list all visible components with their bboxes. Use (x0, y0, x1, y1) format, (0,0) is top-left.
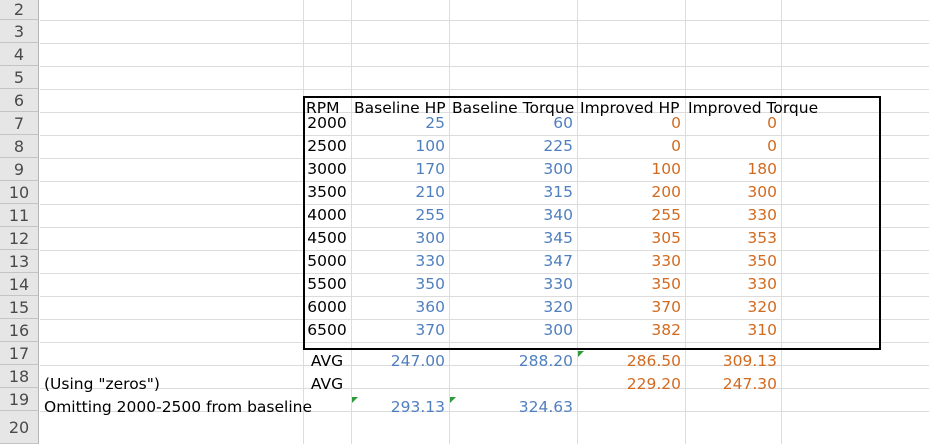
baseline-hp-cell[interactable]: 25 (351, 112, 449, 134)
improved-hp-cell[interactable]: 305 (577, 227, 685, 249)
baseline-hp-cell[interactable]: 330 (351, 250, 449, 272)
row-header[interactable]: 13 (0, 250, 39, 273)
row-header[interactable]: 14 (0, 273, 39, 296)
baseline-torque-cell[interactable]: 60 (449, 112, 577, 134)
improved-torque-cell[interactable]: 330 (685, 204, 781, 226)
baseline-hp-cell[interactable]: 255 (351, 204, 449, 226)
row-gridline (40, 20, 929, 21)
improved-torque-cell[interactable]: 0 (685, 135, 781, 157)
row-gridline (40, 342, 929, 343)
spreadsheet: 2 3 4 5 6 7 8 9 10 11 12 13 14 15 16 17 18 19 20 RPM Basel… (0, 0, 929, 444)
avg-improved-torque[interactable]: 309.13 (685, 350, 781, 372)
baseline-hp-cell[interactable]: 300 (351, 227, 449, 249)
row-gridline (40, 43, 929, 44)
improved-hp-cell[interactable]: 0 (577, 135, 685, 157)
baseline-torque-cell[interactable]: 340 (449, 204, 577, 226)
row-gridline (40, 66, 929, 67)
row-header[interactable]: 5 (0, 66, 39, 89)
avg-baseline-hp[interactable]: 247.00 (351, 350, 449, 372)
row-header[interactable]: 8 (0, 135, 39, 158)
baseline-torque-cell[interactable]: 300 (449, 158, 577, 180)
baseline-hp-cell[interactable]: 170 (351, 158, 449, 180)
avg-baseline-torque[interactable]: 288.20 (449, 350, 577, 372)
improved-hp-cell[interactable]: 255 (577, 204, 685, 226)
improved-torque-cell[interactable]: 320 (685, 296, 781, 318)
improved-torque-cell[interactable]: 310 (685, 319, 781, 341)
improved-hp-cell[interactable]: 382 (577, 319, 685, 341)
baseline-torque-cell[interactable]: 300 (449, 319, 577, 341)
error-indicator-icon (578, 351, 584, 357)
row-header[interactable]: 3 (0, 20, 39, 43)
error-indicator-icon (450, 397, 456, 403)
rpm-cell[interactable]: 3500 (303, 181, 351, 203)
baseline-hp-cell[interactable]: 360 (351, 296, 449, 318)
row-header[interactable]: 19 (0, 388, 39, 411)
baseline-torque-cell[interactable]: 345 (449, 227, 577, 249)
omit-note[interactable]: Omitting 2000-2500 from baseline (40, 396, 312, 418)
baseline-torque-cell[interactable]: 225 (449, 135, 577, 157)
improved-hp-cell[interactable]: 350 (577, 273, 685, 295)
baseline-hp-cell[interactable]: 370 (351, 319, 449, 341)
improved-torque-cell[interactable]: 350 (685, 250, 781, 272)
row-header[interactable]: 18 (0, 365, 39, 388)
row-header[interactable]: 6 (0, 89, 39, 112)
avg-label[interactable]: AVG (303, 350, 351, 372)
avg-improved-hp[interactable]: 286.50 (577, 350, 685, 372)
baseline-hp-cell[interactable]: 350 (351, 273, 449, 295)
row-header[interactable]: 17 (0, 342, 39, 365)
rpm-cell[interactable]: 3000 (303, 158, 351, 180)
rpm-cell[interactable]: 2000 (303, 112, 351, 134)
row-header[interactable]: 20 (0, 411, 39, 444)
row-header[interactable]: 16 (0, 319, 39, 342)
baseline-torque-cell[interactable]: 315 (449, 181, 577, 203)
improved-torque-cell[interactable]: 300 (685, 181, 781, 203)
improved-torque-cell[interactable]: 330 (685, 273, 781, 295)
baseline-torque-cell[interactable]: 330 (449, 273, 577, 295)
row-header[interactable]: 11 (0, 204, 39, 227)
row-header[interactable]: 10 (0, 181, 39, 204)
row-header[interactable]: 9 (0, 158, 39, 181)
improved-hp-cell[interactable]: 370 (577, 296, 685, 318)
zeros-note[interactable]: (Using "zeros") (40, 373, 303, 395)
improved-torque-cell[interactable]: 353 (685, 227, 781, 249)
improved-torque-cell[interactable]: 180 (685, 158, 781, 180)
rpm-cell[interactable]: 4000 (303, 204, 351, 226)
baseline-hp-cell[interactable]: 210 (351, 181, 449, 203)
improved-hp-cell[interactable]: 330 (577, 250, 685, 272)
rpm-cell[interactable]: 6500 (303, 319, 351, 341)
improved-torque-cell[interactable]: 0 (685, 112, 781, 134)
rpm-cell[interactable]: 5000 (303, 250, 351, 272)
zeros-improved-hp[interactable]: 229.20 (577, 373, 685, 395)
improved-hp-cell[interactable]: 0 (577, 112, 685, 134)
rpm-cell[interactable]: 5500 (303, 273, 351, 295)
omit-baseline-torque[interactable]: 324.63 (449, 396, 577, 418)
row-header[interactable]: 7 (0, 112, 39, 135)
rpm-cell[interactable]: 6000 (303, 296, 351, 318)
error-indicator-icon (352, 397, 358, 403)
zeros-improved-torque[interactable]: 247.30 (685, 373, 781, 395)
improved-hp-cell[interactable]: 200 (577, 181, 685, 203)
row-gridline (40, 89, 929, 90)
rpm-cell[interactable]: 4500 (303, 227, 351, 249)
zeros-avg-label[interactable]: AVG (303, 373, 351, 395)
omit-baseline-hp[interactable]: 293.13 (351, 396, 449, 418)
row-header[interactable]: 2 (0, 0, 39, 20)
improved-hp-cell[interactable]: 100 (577, 158, 685, 180)
row-header[interactable]: 12 (0, 227, 39, 250)
baseline-hp-cell[interactable]: 100 (351, 135, 449, 157)
baseline-torque-cell[interactable]: 320 (449, 296, 577, 318)
baseline-torque-cell[interactable]: 347 (449, 250, 577, 272)
row-header[interactable]: 15 (0, 296, 39, 319)
rpm-cell[interactable]: 2500 (303, 135, 351, 157)
row-header[interactable]: 4 (0, 43, 39, 66)
